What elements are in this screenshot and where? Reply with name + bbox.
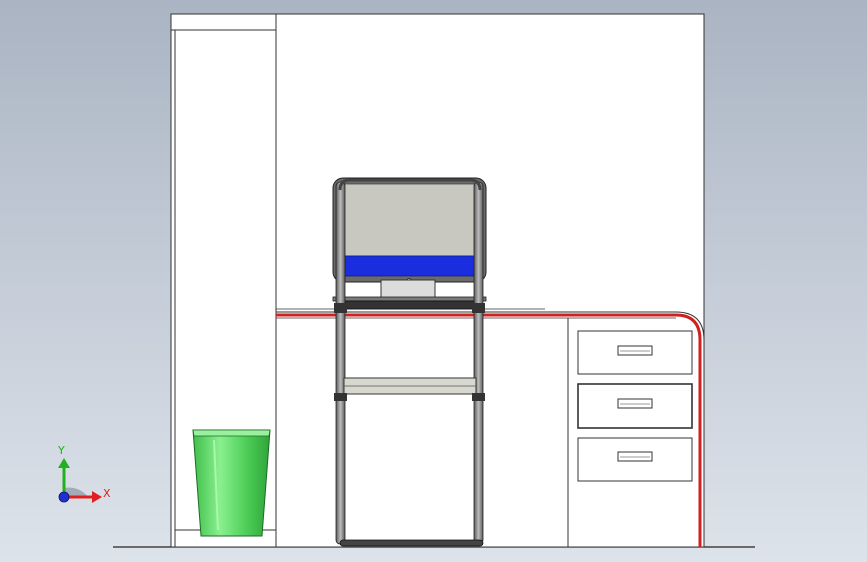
keyboard [341,300,481,310]
y-axis-arrowhead [58,458,70,468]
y-axis-label: Y [57,444,65,457]
x-axis-label: X [103,487,111,500]
drawer-1-handle [617,345,653,356]
monitor-blue-band [338,255,481,277]
wastebasket [192,429,271,537]
drawer-1 [577,330,693,375]
x-axis-arrowhead [92,491,102,503]
z-axis-origin [58,491,70,503]
drawer-3 [577,437,693,482]
drawer-3-handle [617,451,653,462]
drawer-2-handle [617,398,653,409]
cad-drawing: Y X [57,13,755,548]
monitor-stand-base [332,296,487,302]
coordinate-triad[interactable]: Y X [57,444,111,503]
monitor-stand-neck [380,279,436,299]
chair-base-rail [339,539,484,547]
drawer-2 [577,383,693,429]
monitor-screen [338,183,481,257]
cad-viewport[interactable]: Y X [0,0,867,562]
